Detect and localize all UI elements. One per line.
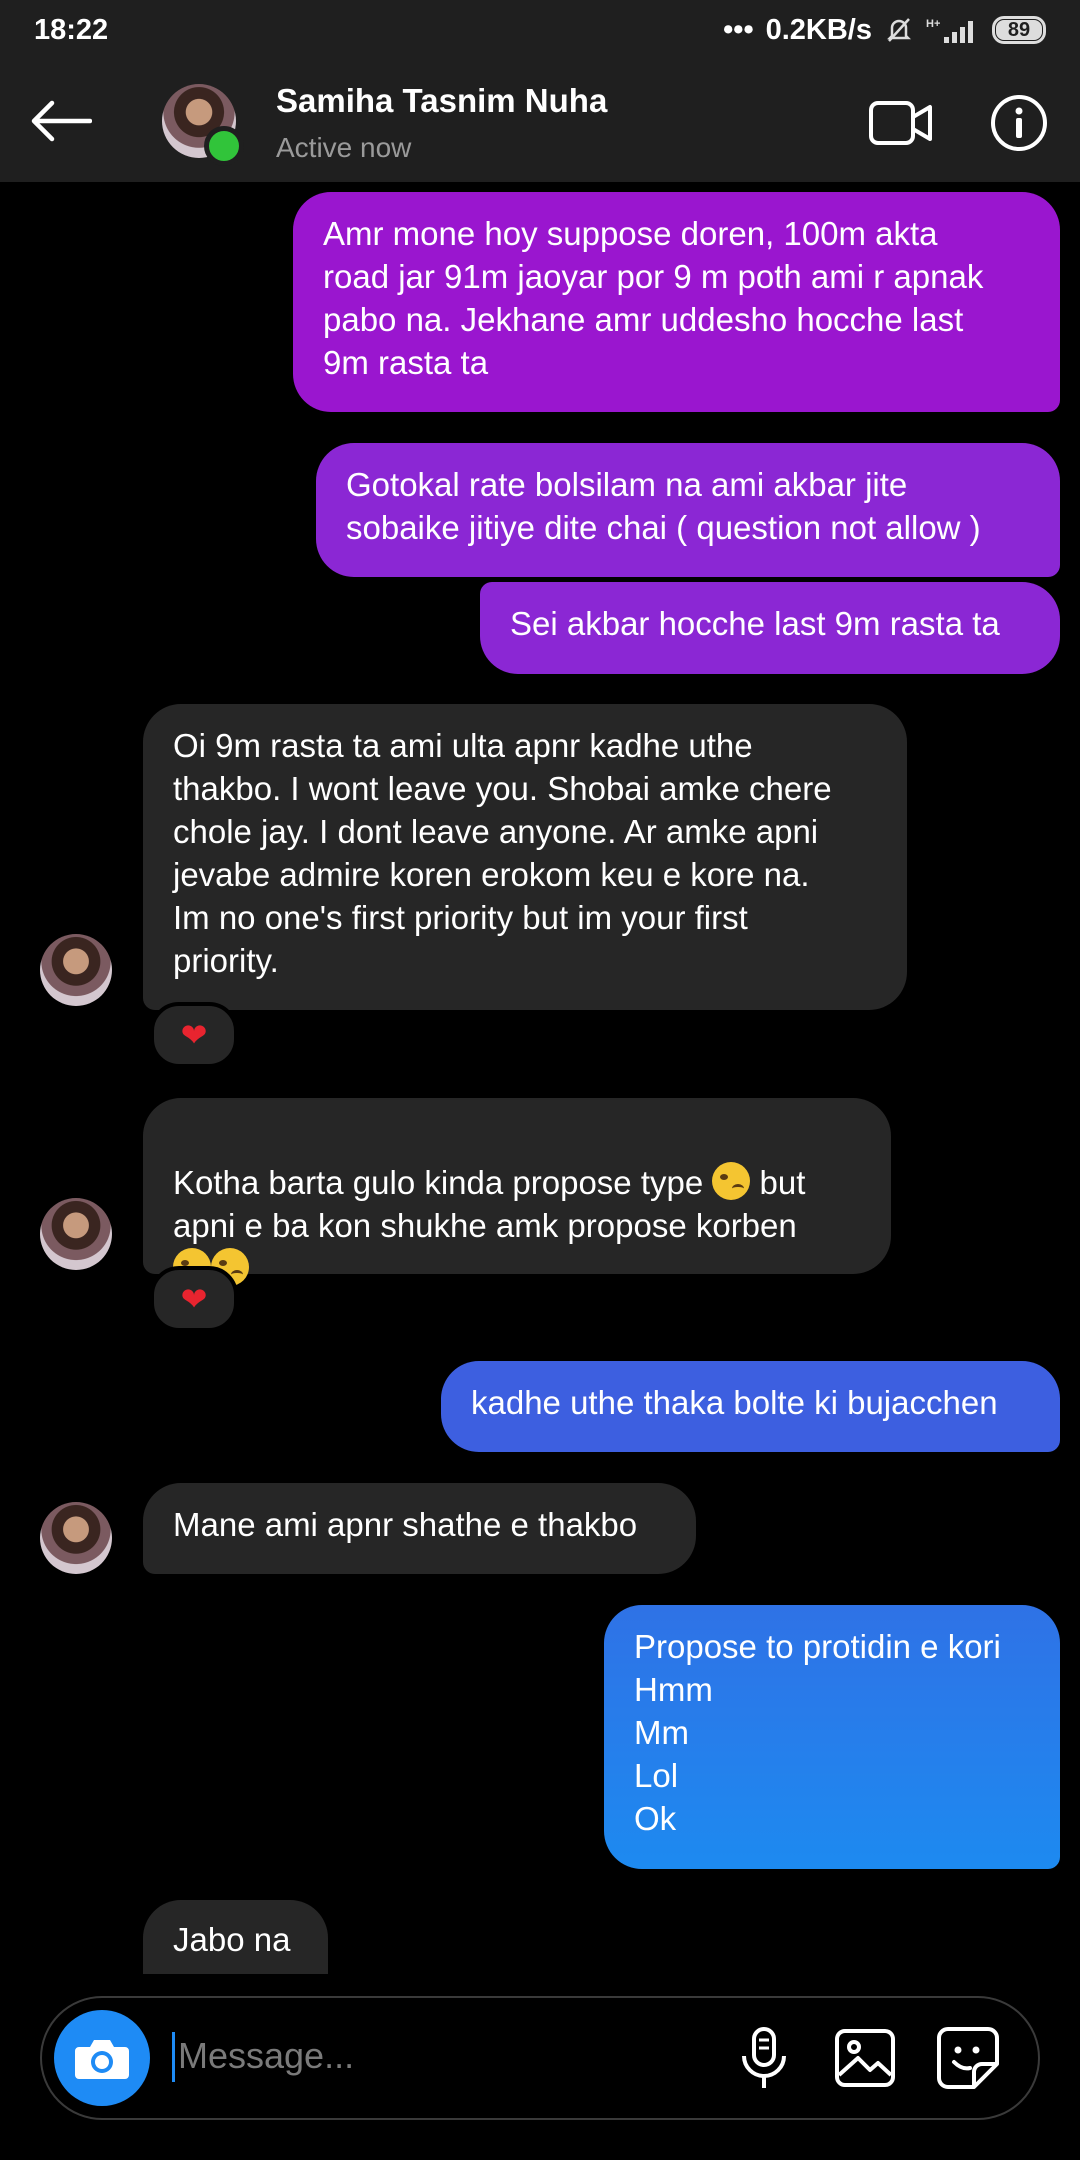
sticker-button[interactable]	[936, 2026, 1000, 2090]
microphone-icon	[742, 2027, 786, 2088]
info-button[interactable]	[990, 94, 1048, 152]
avatar[interactable]	[40, 934, 112, 1006]
microphone-button[interactable]	[734, 2026, 794, 2092]
status-bar: 18:22 ••• 0.2KB/s H+ 89	[0, 0, 1080, 60]
camera-icon	[75, 2040, 129, 2079]
heart-icon: ❤	[180, 1281, 208, 1317]
sent-message-bubble[interactable]: Gotokal rate bolsilam na ami akbar jite …	[316, 443, 1060, 577]
image-icon	[835, 2029, 895, 2087]
contact-status: Active now	[276, 132, 412, 163]
received-message-bubble[interactable]: Mane ami apnr shathe e thakbo	[143, 1483, 696, 1574]
heart-icon: ❤	[180, 1017, 208, 1053]
avatar[interactable]	[40, 1502, 112, 1574]
contact-avatar-button[interactable]	[162, 84, 244, 166]
heart-reaction[interactable]: ❤	[150, 1266, 238, 1332]
battery-level: 89	[1007, 18, 1031, 41]
sent-message-bubble[interactable]: Sei akbar hocche last 9m rasta ta	[480, 582, 1060, 674]
avatar[interactable]	[40, 1198, 112, 1270]
message-input[interactable]	[178, 2026, 698, 2086]
video-call-icon	[869, 101, 932, 145]
received-message-bubble[interactable]: Oi 9m rasta ta ami ulta apnr kadhe uthe …	[143, 704, 907, 1010]
received-message-bubble[interactable]: Jabo na	[143, 1900, 328, 1974]
received-message-bubble[interactable]: Kotha barta gulo kinda propose type but …	[143, 1098, 891, 1286]
chat-header: Samiha Tasnim Nuha Active now	[0, 60, 1080, 182]
network-speed: 0.2KB/s	[765, 13, 872, 46]
woozy-face-emoji	[712, 1162, 751, 1200]
message-composer	[40, 1996, 1040, 2120]
status-dots: •••	[723, 13, 754, 46]
gallery-button[interactable]	[834, 2028, 896, 2088]
info-icon	[991, 95, 1047, 151]
contact-name[interactable]: Samiha Tasnim Nuha	[276, 82, 607, 120]
video-call-button[interactable]	[868, 98, 934, 148]
battery-indicator: 89	[992, 16, 1046, 44]
signal-icon: H+	[926, 15, 980, 45]
sent-message-bubble[interactable]: kadhe uthe thaka bolte ki bujacchen	[441, 1361, 1060, 1452]
sent-message-bubble[interactable]: Propose to protidin e kori Hmm Mm Lol Ok	[604, 1605, 1060, 1869]
muted-bell-icon	[884, 15, 914, 45]
heart-reaction[interactable]: ❤	[150, 1002, 238, 1068]
text-cursor	[172, 2032, 175, 2082]
status-time: 18:22	[34, 13, 109, 46]
message-text: Kotha barta gulo kinda propose type	[173, 1164, 713, 1201]
back-button[interactable]	[26, 90, 96, 152]
back-arrow-icon	[31, 100, 92, 142]
sent-message-bubble[interactable]: Amr mone hoy suppose doren, 100m akta ro…	[293, 192, 1060, 412]
sticker-icon	[937, 2027, 999, 2089]
camera-button[interactable]	[54, 2010, 150, 2106]
status-icons: ••• 0.2KB/s H+ 89	[723, 14, 1046, 47]
network-type-label: H+	[926, 18, 940, 30]
online-indicator	[204, 126, 244, 166]
